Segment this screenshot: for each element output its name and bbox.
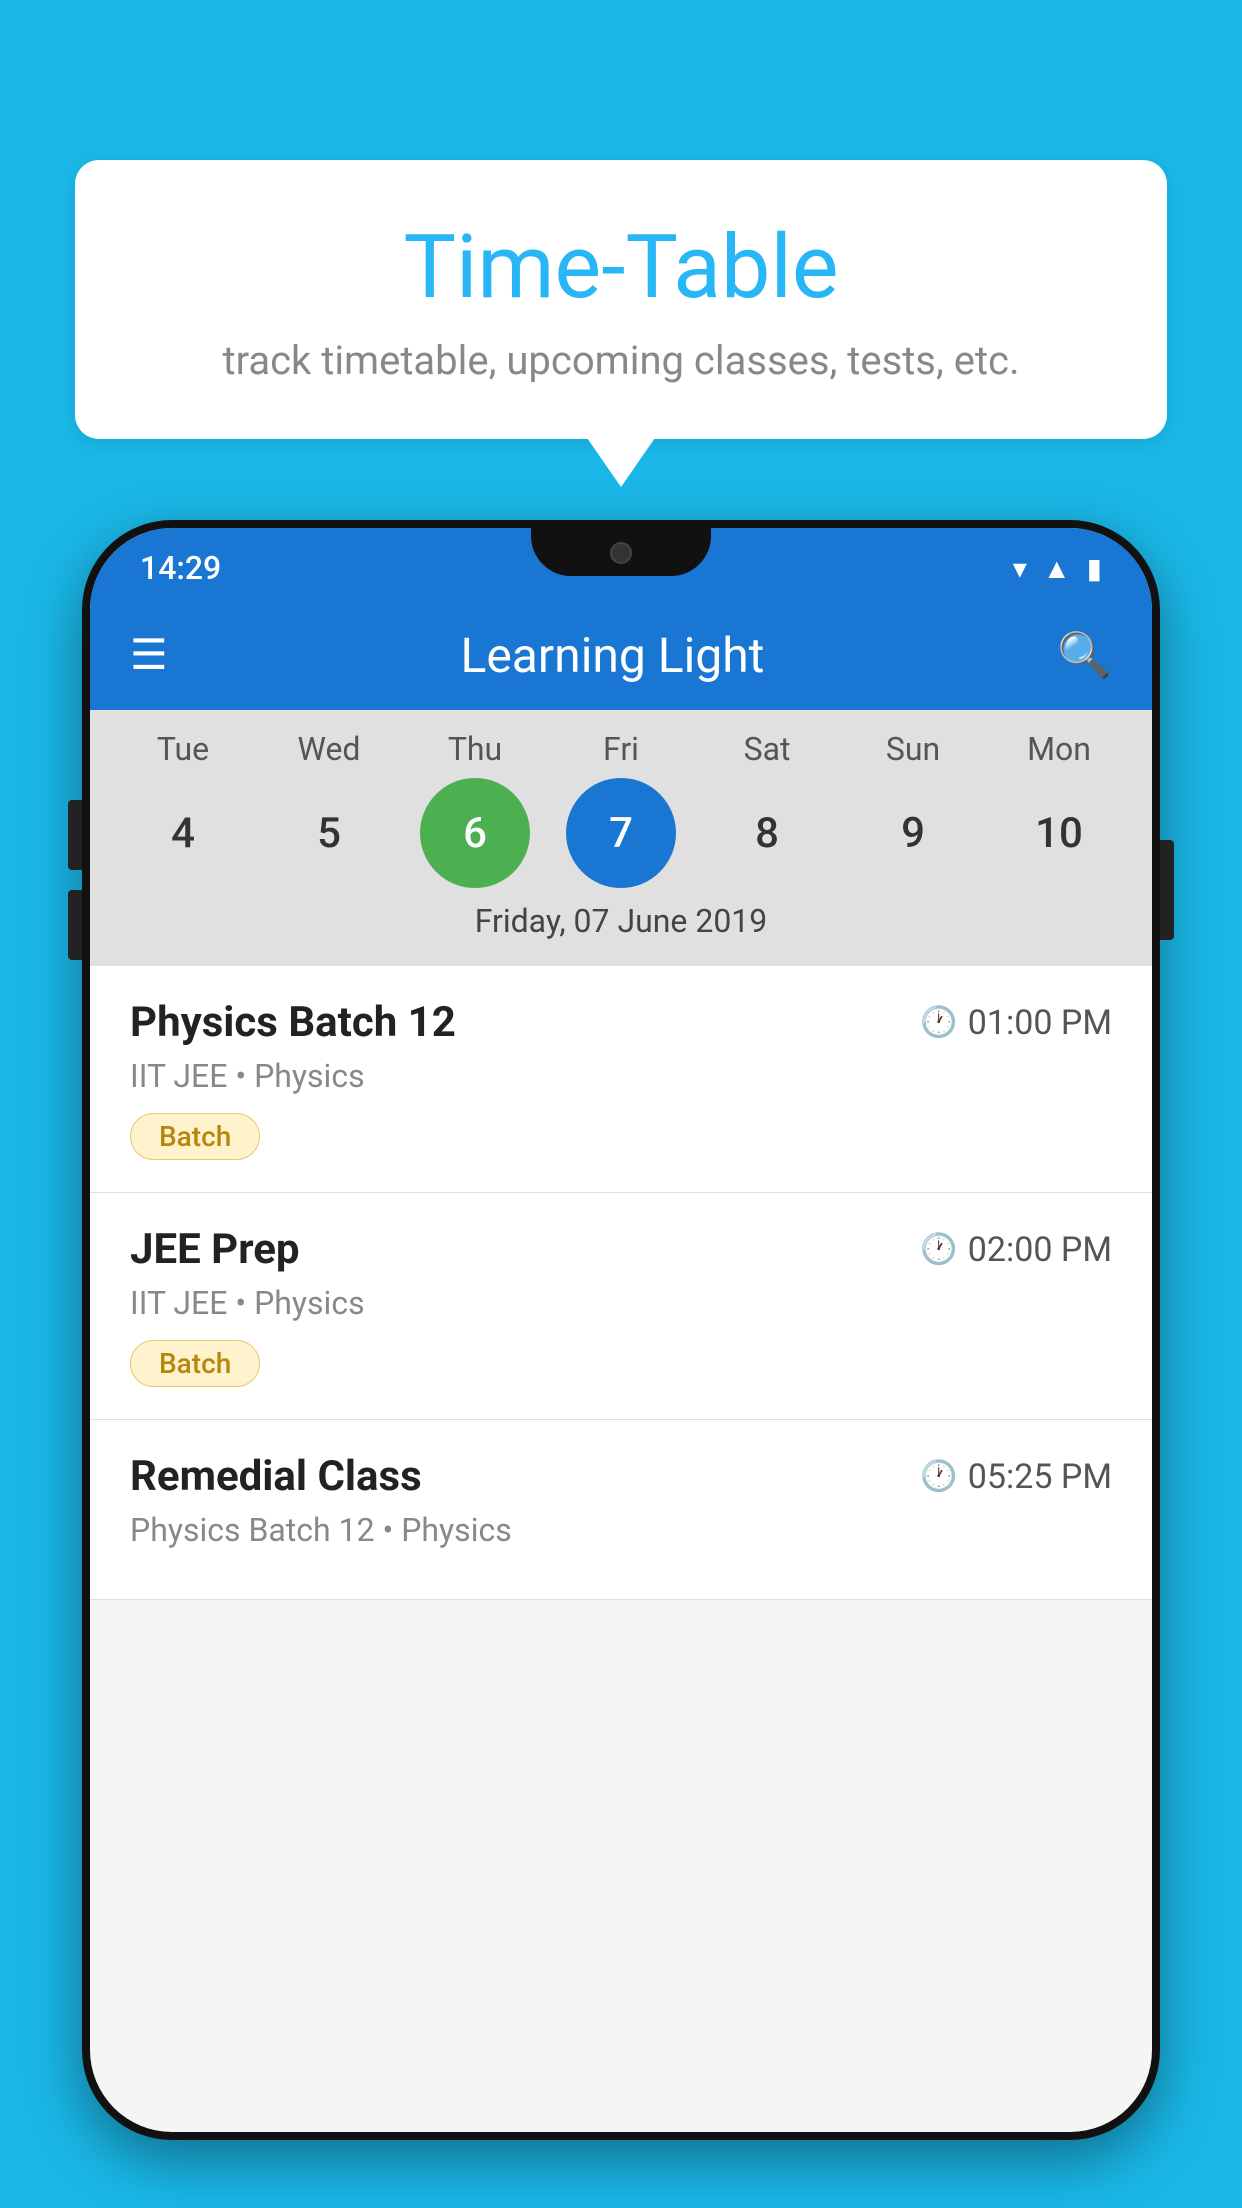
item-2-badge: Batch	[130, 1340, 260, 1387]
speech-bubble-container: Time-Table track timetable, upcoming cla…	[75, 160, 1167, 439]
status-icons: ▾ ▲ ▮	[1013, 552, 1102, 585]
schedule-item-1-header: Physics Batch 12 🕐 01:00 PM	[130, 998, 1112, 1047]
front-camera	[610, 542, 632, 564]
schedule-item-3-header: Remedial Class 🕐 05:25 PM	[130, 1452, 1112, 1501]
status-time: 14:29	[140, 549, 221, 587]
day-header-tue: Tue	[123, 730, 243, 768]
day-header-sun: Sun	[853, 730, 973, 768]
clock-icon-3: 🕐	[920, 1459, 957, 1494]
schedule-item-1[interactable]: Physics Batch 12 🕐 01:00 PM IIT JEE • Ph…	[90, 966, 1152, 1193]
clock-icon-1: 🕐	[920, 1005, 957, 1040]
wifi-icon: ▾	[1013, 552, 1027, 585]
volume-down-button[interactable]	[68, 890, 82, 960]
schedule-item-2[interactable]: JEE Prep 🕐 02:00 PM IIT JEE • Physics Ba…	[90, 1193, 1152, 1420]
bubble-subtitle: track timetable, upcoming classes, tests…	[125, 337, 1117, 384]
power-button[interactable]	[1160, 840, 1174, 940]
battery-icon: ▮	[1087, 552, 1102, 585]
day-header-sat: Sat	[707, 730, 827, 768]
clock-icon-2: 🕐	[920, 1232, 957, 1267]
item-3-title: Remedial Class	[130, 1452, 422, 1501]
day-8[interactable]: 8	[712, 778, 822, 888]
calendar-strip: Tue Wed Thu Fri Sat Sun Mon 4 5 6 7 8 9 …	[90, 710, 1152, 966]
schedule-item-2-header: JEE Prep 🕐 02:00 PM	[130, 1225, 1112, 1274]
bubble-title: Time-Table	[125, 220, 1117, 317]
item-2-subtitle: IIT JEE • Physics	[130, 1284, 1112, 1322]
selected-date: Friday, 07 June 2019	[90, 888, 1152, 956]
hamburger-icon[interactable]: ☰	[130, 630, 168, 680]
app-title: Learning Light	[198, 627, 1028, 684]
item-1-title: Physics Batch 12	[130, 998, 456, 1047]
item-2-title: JEE Prep	[130, 1225, 300, 1274]
item-3-subtitle: Physics Batch 12 • Physics	[130, 1511, 1112, 1549]
day-6-today[interactable]: 6	[420, 778, 530, 888]
item-1-time: 🕐 01:00 PM	[920, 1003, 1112, 1043]
volume-up-button[interactable]	[68, 800, 82, 870]
schedule-list: Physics Batch 12 🕐 01:00 PM IIT JEE • Ph…	[90, 966, 1152, 1600]
day-headers: Tue Wed Thu Fri Sat Sun Mon	[90, 730, 1152, 768]
item-1-badge: Batch	[130, 1113, 260, 1160]
day-header-wed: Wed	[269, 730, 389, 768]
item-2-time: 🕐 02:00 PM	[920, 1230, 1112, 1270]
schedule-item-3[interactable]: Remedial Class 🕐 05:25 PM Physics Batch …	[90, 1420, 1152, 1600]
day-10[interactable]: 10	[1004, 778, 1114, 888]
app-bar: ☰ Learning Light 🔍	[90, 600, 1152, 710]
item-1-subtitle: IIT JEE • Physics	[130, 1057, 1112, 1095]
day-header-fri: Fri	[561, 730, 681, 768]
phone-notch	[531, 528, 711, 576]
day-5[interactable]: 5	[274, 778, 384, 888]
day-4[interactable]: 4	[128, 778, 238, 888]
item-3-time: 🕐 05:25 PM	[920, 1457, 1112, 1497]
search-icon[interactable]: 🔍	[1057, 629, 1112, 681]
phone-screen: 14:29 ▾ ▲ ▮ ☰ Learning Light 🔍 Tue Wed T…	[90, 528, 1152, 2132]
phone-frame: 14:29 ▾ ▲ ▮ ☰ Learning Light 🔍 Tue Wed T…	[82, 520, 1160, 2140]
day-header-thu: Thu	[415, 730, 535, 768]
day-header-mon: Mon	[999, 730, 1119, 768]
signal-icon: ▲	[1043, 552, 1071, 585]
day-7-selected[interactable]: 7	[566, 778, 676, 888]
phone-container: 14:29 ▾ ▲ ▮ ☰ Learning Light 🔍 Tue Wed T…	[82, 520, 1160, 2208]
speech-bubble: Time-Table track timetable, upcoming cla…	[75, 160, 1167, 439]
day-numbers: 4 5 6 7 8 9 10	[90, 778, 1152, 888]
day-9[interactable]: 9	[858, 778, 968, 888]
